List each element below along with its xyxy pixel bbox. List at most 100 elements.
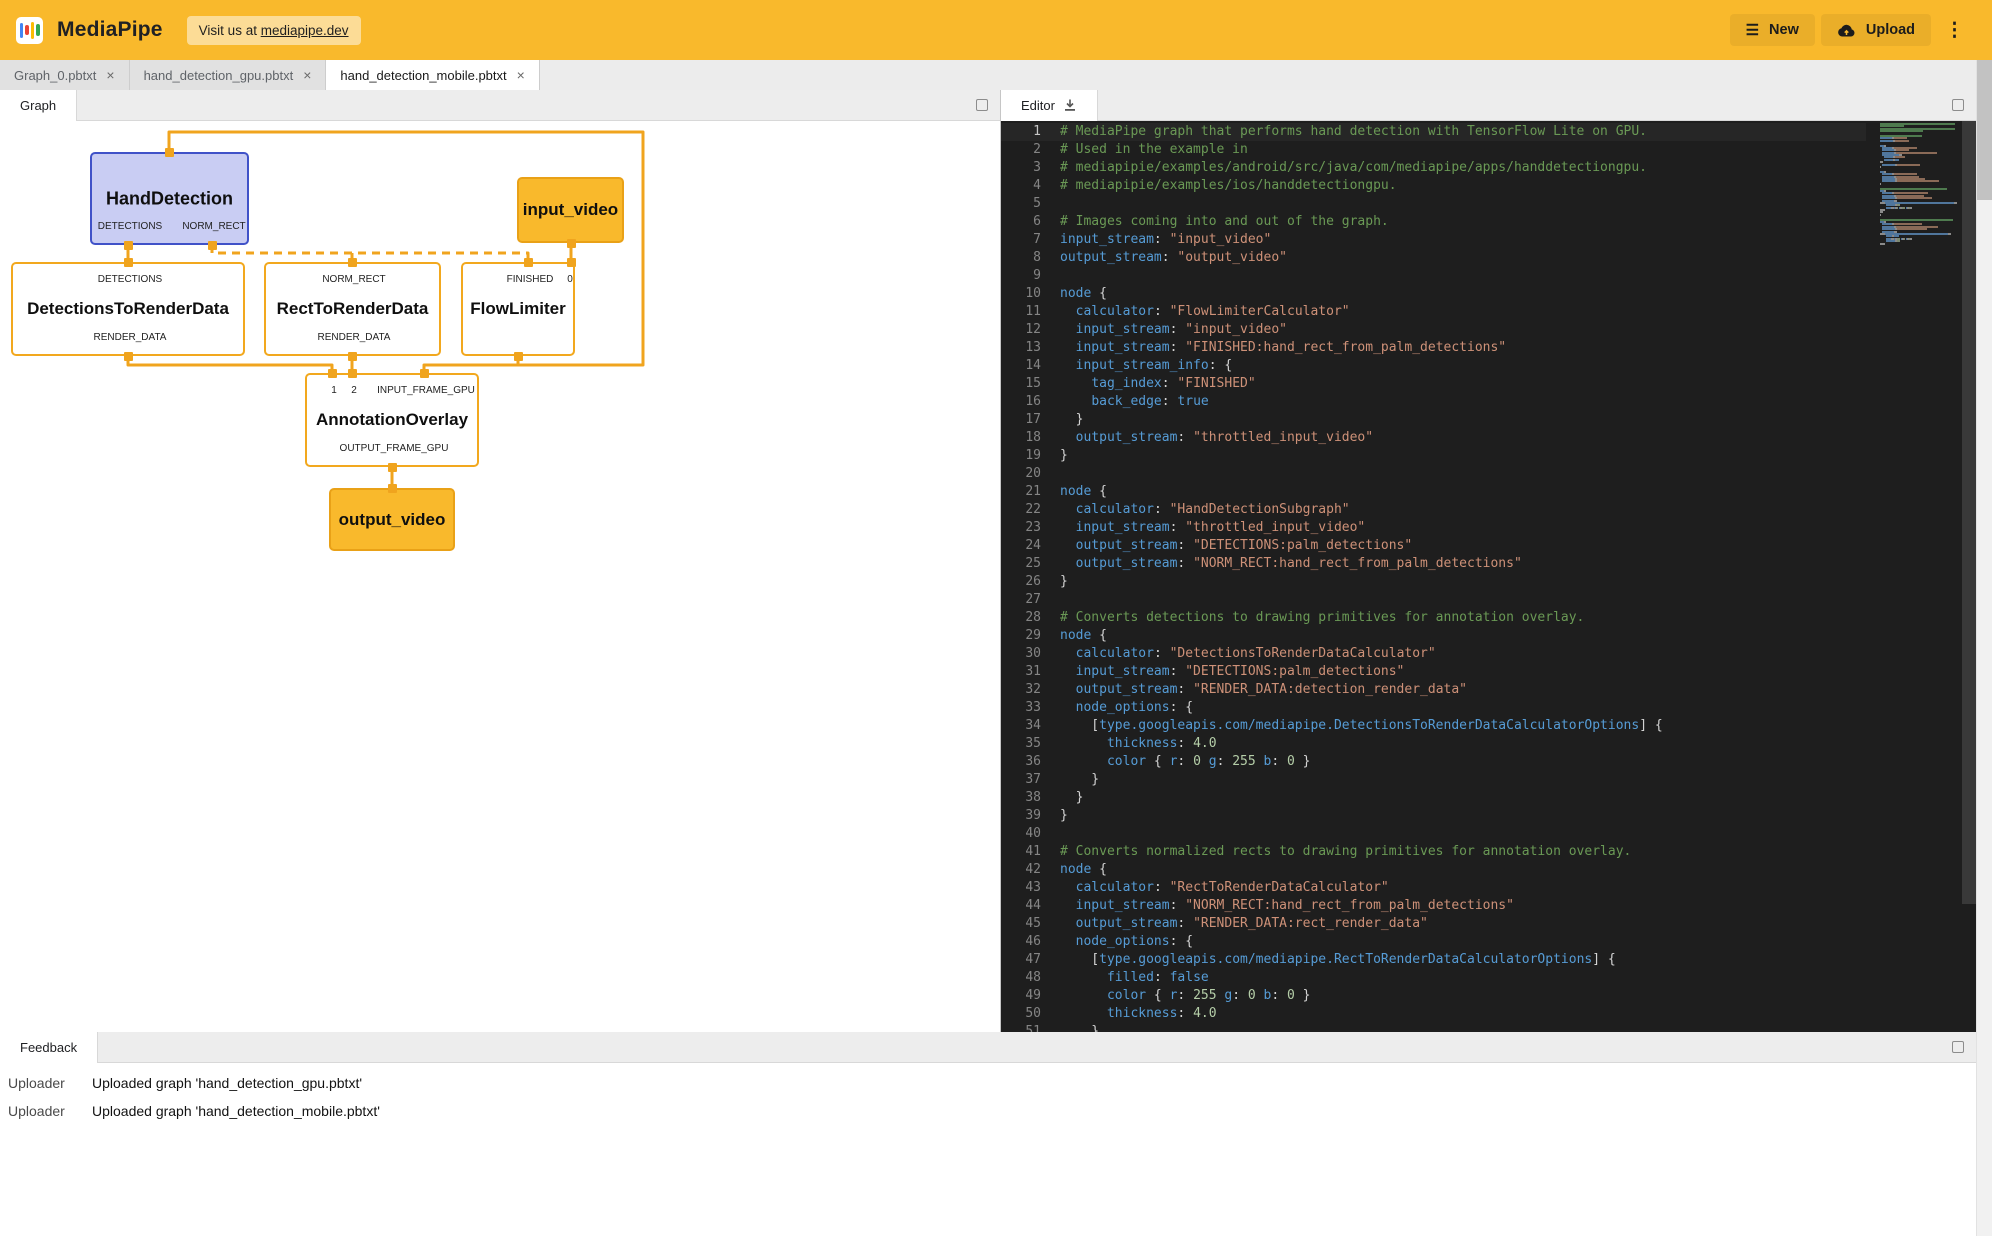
- graph-port: [348, 369, 357, 378]
- minimap-line: [1880, 219, 1962, 221]
- line-number: 44: [1001, 897, 1041, 915]
- line-content: thickness: 4.0: [1041, 735, 1217, 753]
- code-line: 14 input_stream_info: {: [1001, 357, 1866, 375]
- line-content: node_options: {: [1041, 699, 1193, 717]
- visit-link[interactable]: mediapipe.dev: [261, 23, 349, 38]
- file-tab-Graph_0.pbtxt[interactable]: Graph_0.pbtxt×: [0, 60, 130, 90]
- node-title: input_video: [519, 200, 622, 220]
- close-tab-icon[interactable]: ×: [303, 67, 311, 83]
- line-content: [1041, 267, 1060, 285]
- editor-scrollbar[interactable]: [1962, 121, 1976, 1032]
- code-editor[interactable]: 1# MediaPipe graph that performs hand de…: [1001, 121, 1976, 1032]
- code-line: 29node {: [1001, 627, 1866, 645]
- line-content: [type.googleapis.com/mediapipe.Detection…: [1041, 717, 1663, 735]
- visit-link-chip[interactable]: Visit us at mediapipe.dev: [187, 16, 361, 45]
- editor-scrollbar-thumb[interactable]: [1962, 121, 1976, 904]
- visit-prefix: Visit us at: [199, 23, 261, 38]
- expand-graph-icon[interactable]: [976, 99, 988, 111]
- graph-node-FlowLimiter[interactable]: FlowLimiterFINISHED0: [461, 262, 575, 356]
- new-button[interactable]: ☰ New: [1730, 14, 1815, 46]
- line-content: color { r: 0 g: 255 b: 0 }: [1041, 753, 1311, 771]
- line-content: output_stream: "DETECTIONS:palm_detectio…: [1041, 537, 1412, 555]
- download-icon[interactable]: [1063, 98, 1077, 112]
- editor-minimap[interactable]: [1880, 123, 1962, 245]
- line-content: # MediaPipe graph that performs hand det…: [1041, 123, 1647, 141]
- graph-edge: [424, 356, 518, 373]
- line-number: 17: [1001, 411, 1041, 429]
- graph-node-HandDetection[interactable]: HandDetectionDETECTIONSNORM_RECT: [90, 152, 249, 245]
- line-content: # mediapipie/examples/ios/handdetectiong…: [1041, 177, 1397, 195]
- code-line: 46 node_options: {: [1001, 933, 1866, 951]
- graph-node-AnnotationOverlay[interactable]: AnnotationOverlay12INPUT_FRAME_GPUOUTPUT…: [305, 373, 479, 467]
- line-number: 3: [1001, 159, 1041, 177]
- line-number: 24: [1001, 537, 1041, 555]
- editor-code[interactable]: 1# MediaPipe graph that performs hand de…: [1001, 123, 1866, 1032]
- node-title: DetectionsToRenderData: [13, 299, 243, 319]
- kebab-menu-icon[interactable]: ⋮: [1937, 19, 1968, 42]
- close-tab-icon[interactable]: ×: [517, 67, 525, 83]
- graph-node-input_video[interactable]: input_video: [517, 177, 624, 243]
- line-number: 35: [1001, 735, 1041, 753]
- line-number: 6: [1001, 213, 1041, 231]
- page-scrollbar[interactable]: [1976, 60, 1992, 1236]
- graph-port: [524, 258, 533, 267]
- expand-feedback-icon[interactable]: [1952, 1041, 1964, 1053]
- expand-editor-icon[interactable]: [1952, 99, 1964, 111]
- port-label: NORM_RECT: [322, 274, 385, 285]
- editor-panel-strip: Editor: [1001, 90, 1976, 121]
- logo-bar: [25, 25, 29, 35]
- code-line: 11 calculator: "FlowLimiterCalculator": [1001, 303, 1866, 321]
- editor-panel: Editor 1# MediaPipe graph that performs …: [1000, 90, 1976, 1032]
- code-line: 20: [1001, 465, 1866, 483]
- graph-port: [208, 241, 217, 250]
- line-number: 25: [1001, 555, 1041, 573]
- tab-graph[interactable]: Graph: [0, 90, 77, 121]
- app-header: MediaPipe Visit us at mediapipe.dev ☰ Ne…: [0, 0, 1992, 60]
- line-content: input_stream: "throttled_input_video": [1041, 519, 1365, 537]
- code-line: 32 output_stream: "RENDER_DATA:detection…: [1001, 681, 1866, 699]
- upload-button[interactable]: Upload: [1821, 14, 1931, 46]
- file-tab-hand_detection_gpu.pbtxt[interactable]: hand_detection_gpu.pbtxt×: [130, 60, 327, 90]
- graph-canvas[interactable]: HandDetectionDETECTIONSNORM_RECT input_vi…: [0, 121, 1000, 1032]
- line-number: 33: [1001, 699, 1041, 717]
- line-content: node {: [1041, 861, 1107, 879]
- logo-bar: [20, 23, 24, 38]
- graph-port: [514, 352, 523, 361]
- file-tab-hand_detection_mobile.pbtxt[interactable]: hand_detection_mobile.pbtxt×: [326, 60, 539, 90]
- graph-node-output_video[interactable]: output_video: [329, 488, 455, 551]
- tab-feedback[interactable]: Feedback: [0, 1032, 98, 1063]
- line-number: 37: [1001, 771, 1041, 789]
- code-line: 25 output_stream: "NORM_RECT:hand_rect_f…: [1001, 555, 1866, 573]
- line-content: }: [1041, 771, 1099, 789]
- port-label: NORM_RECT: [182, 221, 245, 232]
- graph-node-RectToRenderData[interactable]: RectToRenderDataNORM_RECTRENDER_DATA: [264, 262, 441, 356]
- code-line: 27: [1001, 591, 1866, 609]
- node-title: HandDetection: [92, 188, 247, 209]
- feedback-source: Uploader: [8, 1103, 80, 1119]
- line-number: 50: [1001, 1005, 1041, 1023]
- code-line: 28# Converts detections to drawing primi…: [1001, 609, 1866, 627]
- code-line: 36 color { r: 0 g: 255 b: 0 }: [1001, 753, 1866, 771]
- line-content: # Images coming into and out of the grap…: [1041, 213, 1389, 231]
- code-line: 12 input_stream: "input_video": [1001, 321, 1866, 339]
- page-scrollbar-thumb[interactable]: [1977, 60, 1992, 200]
- line-number: 5: [1001, 195, 1041, 213]
- hamburger-icon: ☰: [1746, 23, 1759, 38]
- code-line: 23 input_stream: "throttled_input_video": [1001, 519, 1866, 537]
- line-content: color { r: 255 g: 0 b: 0 }: [1041, 987, 1311, 1005]
- line-content: }: [1041, 447, 1068, 465]
- line-content: input_stream_info: {: [1041, 357, 1232, 375]
- line-number: 38: [1001, 789, 1041, 807]
- line-number: 39: [1001, 807, 1041, 825]
- graph-node-DetectionsToRenderData[interactable]: DetectionsToRenderDataDETECTIONSRENDER_D…: [11, 262, 245, 356]
- port-label: OUTPUT_FRAME_GPU: [340, 443, 449, 454]
- line-content: }: [1041, 1023, 1099, 1032]
- feedback-entry: UploaderUploaded graph 'hand_detection_g…: [8, 1069, 1968, 1097]
- port-label: RENDER_DATA: [318, 332, 391, 343]
- line-content: }: [1041, 789, 1083, 807]
- close-tab-icon[interactable]: ×: [106, 67, 114, 83]
- feedback-panel: Feedback UploaderUploaded graph 'hand_de…: [0, 1032, 1976, 1236]
- code-line: 4# mediapipie/examples/ios/handdetection…: [1001, 177, 1866, 195]
- tab-editor[interactable]: Editor: [1001, 90, 1098, 121]
- line-content: node_options: {: [1041, 933, 1193, 951]
